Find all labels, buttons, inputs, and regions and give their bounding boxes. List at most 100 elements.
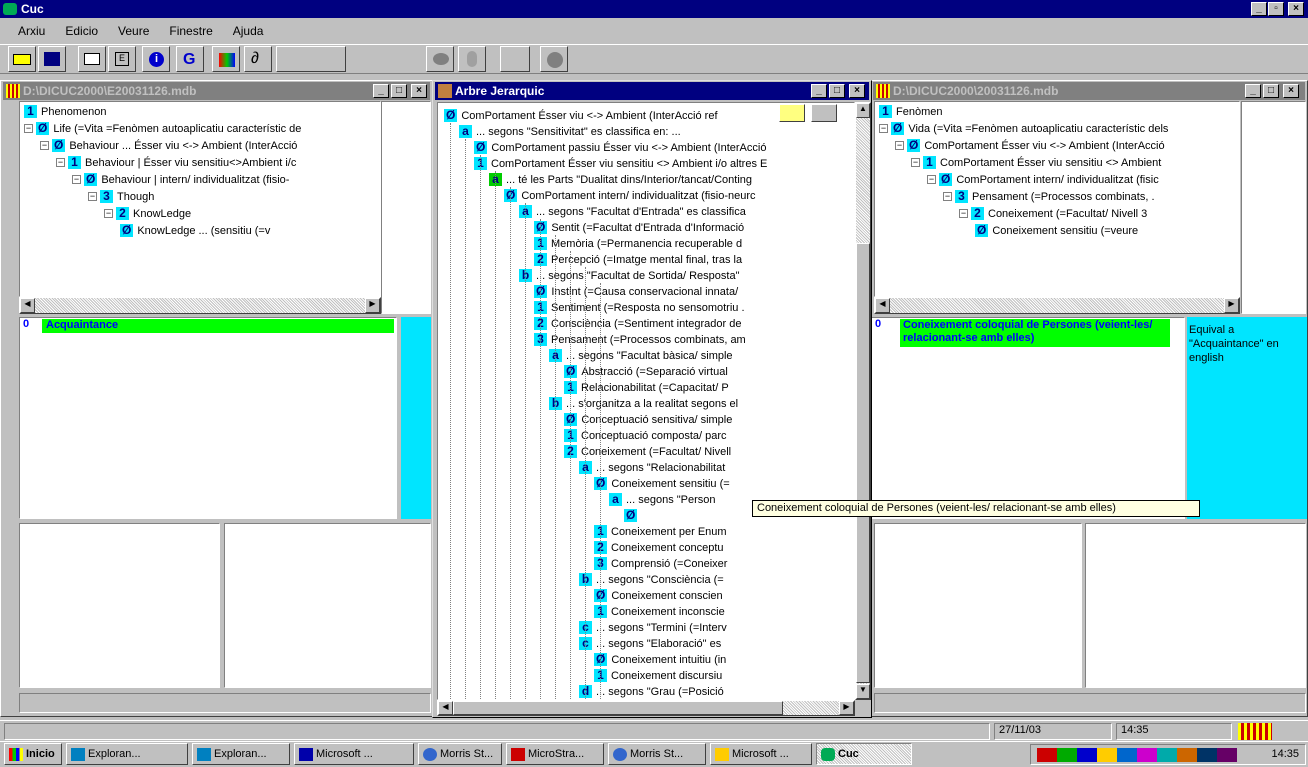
tree-node[interactable]: −3 Pensament (=Processos combinats, .	[943, 189, 1155, 204]
expand-toggle-icon[interactable]: −	[72, 175, 81, 184]
left-term-label[interactable]: Acquaintance	[42, 319, 394, 333]
tree-node[interactable]: c... segons "Termini (=Interv	[579, 620, 727, 635]
tree-node[interactable]: − Ø Vida (=Vita =Fenòmen autoaplicatiu car…	[879, 121, 1168, 136]
toolbar-blank-button-2[interactable]	[500, 46, 530, 72]
info-icon[interactable]: i	[142, 46, 170, 72]
expand-toggle-icon[interactable]: −	[943, 192, 952, 201]
middle-vscroll-thumb[interactable]	[856, 243, 870, 683]
tree-node[interactable]: Ø ComPortament intern/ individualitzat (f…	[504, 188, 756, 203]
right-tree-view[interactable]: 1 Fenòmen − Ø Vida (=Vita =Fenòmen autoaplic…	[874, 101, 1240, 297]
tree-node[interactable]: 1 Memòria (=Permanencia recuperable d	[534, 236, 742, 251]
middle-minimize-button[interactable]: _	[811, 84, 827, 98]
tree-node[interactable]: b... segons "Facultat de Sortida/ Respos…	[519, 268, 739, 283]
tree-node[interactable]: a... té les Parts "Dualitat dins/Interio…	[489, 172, 752, 187]
middle-close-button[interactable]: ×	[849, 84, 865, 98]
tree-node[interactable]: Ø	[624, 508, 641, 523]
tree-node[interactable]: 3 Pensament (=Processos combinats, am	[534, 332, 746, 347]
menu-veure[interactable]: Veure	[118, 24, 149, 38]
tree-node[interactable]: 1 ComPortament Ésser viu sensitiu <> Ambi…	[474, 156, 767, 171]
right-minimize-button[interactable]: _	[1245, 84, 1261, 98]
close-button[interactable]: ×	[1288, 2, 1304, 16]
tree-node[interactable]: Ø Coneixement sensitiu (=veure	[975, 223, 1138, 238]
tree-node[interactable]: 1 Coneixement discursiu	[594, 668, 722, 683]
task-button-cuc[interactable]: Cuc	[816, 743, 912, 765]
task-button-word[interactable]: Microsoft ...	[294, 743, 414, 765]
right-hscrollbar[interactable]: ◀ ▶	[874, 297, 1240, 314]
tree-node[interactable]: 1 Relacionabilitat (=Capacitat/ P	[564, 380, 729, 395]
start-button[interactable]: Inicio	[4, 743, 62, 765]
tree-node[interactable]: − Ø Behaviour | intern/ individualitzat (f…	[72, 172, 289, 187]
eye-icon[interactable]	[426, 46, 454, 72]
tree-node[interactable]: a... segons "Facultat d'Entrada" es clas…	[519, 204, 746, 219]
tree-node[interactable]: Ø Coneixement conscien	[594, 588, 723, 603]
menu-arxiu[interactable]: Arxiu	[18, 24, 45, 38]
task-button-explorer-2[interactable]: Exploran...	[192, 743, 290, 765]
tree-node[interactable]: 2 Percepció (=Imatge mental final, tras l…	[534, 252, 742, 267]
tree-node[interactable]: 1 Fenòmen	[879, 104, 942, 119]
tree-node[interactable]: a ... segons "Sensitivitat" es classifica…	[459, 124, 681, 139]
save-icon[interactable]	[38, 46, 66, 72]
left-hscrollbar[interactable]: ◀ ▶	[19, 297, 381, 314]
tree-node[interactable]: a ... segons "Person	[609, 492, 716, 507]
tree-node[interactable]: − Ø ComPortament intern/ individualitzat (…	[927, 172, 1159, 187]
tree-node[interactable]: −3 Though	[88, 189, 154, 204]
tree-view-icon[interactable]: E	[108, 46, 136, 72]
tree-node[interactable]: 2 Coneixement (=Facultat/ Nivell	[564, 444, 731, 459]
tree-node[interactable]: 2 Consciència (=Sentiment integrador de	[534, 316, 741, 331]
open-folder-icon[interactable]	[8, 46, 36, 72]
tree-node[interactable]: − Ø Behaviour ... Ésser viu <-> Ambient (I…	[40, 138, 297, 153]
tree-node[interactable]: 1 Phenomenon	[24, 104, 106, 119]
expand-toggle-icon[interactable]: −	[24, 124, 33, 133]
ruler-icon[interactable]	[779, 104, 805, 122]
left-maximize-button[interactable]: □	[391, 84, 407, 98]
menu-edicio[interactable]: Edicio	[65, 24, 98, 38]
tree-node[interactable]: Ø Conceptuació sensitiva/ simple	[564, 412, 732, 427]
tree-node[interactable]: Ø Coneixement intuitiu (in	[594, 652, 726, 667]
right-close-button[interactable]: ×	[1283, 84, 1299, 98]
tree-node[interactable]: Ø Coneixement sensitiu (=	[594, 476, 730, 491]
middle-hscroll-thumb[interactable]	[453, 701, 783, 715]
maximize-button[interactable]: ▫	[1268, 2, 1284, 16]
refresh-icon[interactable]: G	[176, 46, 204, 72]
task-button-microsoft[interactable]: Microsoft ...	[710, 743, 812, 765]
tree-node[interactable]: 1 Sentiment (=Resposta no sensomotriu .	[534, 300, 745, 315]
tree-node[interactable]: 2 Coneixement conceptu	[594, 540, 724, 555]
right-maximize-button[interactable]: □	[1263, 84, 1279, 98]
expand-toggle-icon[interactable]: −	[104, 209, 113, 218]
menu-ajuda[interactable]: Ajuda	[233, 24, 264, 38]
task-button-ie-1[interactable]: Morris St...	[418, 743, 502, 765]
link-icon[interactable]: ∂	[244, 46, 272, 72]
middle-vscrollbar[interactable]: ▲ ▼	[855, 102, 871, 700]
tree-node[interactable]: −1 ComPortament Ésser viu sensitiu <> Amb…	[911, 155, 1161, 170]
middle-hscrollbar[interactable]: ◀ ▶	[437, 700, 855, 716]
tree-node[interactable]: a... segons "Facultat bàsica/ simple	[549, 348, 733, 363]
toolbar-blank-button[interactable]	[276, 46, 346, 72]
task-button-microstrategy[interactable]: MicroStra...	[506, 743, 604, 765]
expand-toggle-icon[interactable]: −	[959, 209, 968, 218]
task-button-ie-2[interactable]: Morris St...	[608, 743, 706, 765]
tray-icons[interactable]	[1037, 748, 1237, 762]
tree-node[interactable]: b... s'organitza a la realitat segons el	[549, 396, 738, 411]
tree-node[interactable]: −2 KnowLedge	[104, 206, 191, 221]
expand-toggle-icon[interactable]: −	[927, 175, 936, 184]
expand-toggle-icon[interactable]: −	[911, 158, 920, 167]
tree-node[interactable]: Ø Instint (=Causa conservacional innata/	[534, 284, 738, 299]
tree-node[interactable]: 3 Comprensió (=Coneixer	[594, 556, 727, 571]
expand-toggle-icon[interactable]: −	[88, 192, 97, 201]
expand-toggle-icon[interactable]: −	[56, 158, 65, 167]
tree-node[interactable]: − Ø ComPortament Ésser viu <-> Ambient (In…	[895, 138, 1165, 153]
left-close-button[interactable]: ×	[411, 84, 427, 98]
tree-node[interactable]: Ø Abstracció (=Separació virtual	[564, 364, 728, 379]
tree-node[interactable]: 1 Coneixement per Enum	[594, 524, 727, 539]
tree-node[interactable]: Ø Sentit (=Facultat d'Entrada d'Informaci…	[534, 220, 744, 235]
middle-tree-view[interactable]: Ø ComPortament Ésser viu <-> Ambient (Int…	[437, 102, 855, 700]
left-tree-view[interactable]: 1 Phenomenon − Ø Life (=Vita =Fenòmen autoap…	[19, 101, 381, 297]
left-minimize-button[interactable]: _	[373, 84, 389, 98]
pointer-icon[interactable]	[811, 104, 837, 122]
expand-toggle-icon[interactable]: −	[879, 124, 888, 133]
palette-icon[interactable]	[212, 46, 240, 72]
right-term-label[interactable]: Coneixement coloquial de Persones (veien…	[900, 319, 1170, 347]
tree-node[interactable]: −1 Behaviour | Ésser viu sensitiu<>Ambien…	[56, 155, 296, 170]
tree-node[interactable]: −2 Coneixement (=Facultat/ Nivell 3	[959, 206, 1147, 221]
tree-node[interactable]: − Ø Life (=Vita =Fenòmen autoaplicatiu car…	[24, 121, 301, 136]
